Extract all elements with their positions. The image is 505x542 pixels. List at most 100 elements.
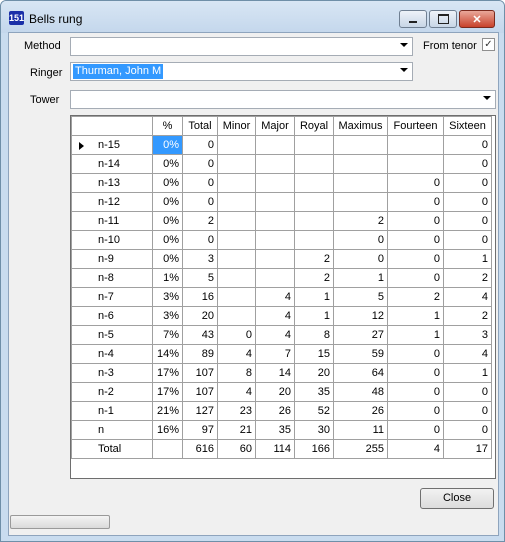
table-cell[interactable] [333, 135, 388, 155]
column-header[interactable]: Maximus [333, 116, 388, 136]
ringer-combobox[interactable]: Thurman, John M [70, 62, 413, 81]
table-cell[interactable]: 14% [152, 344, 183, 364]
table-cell[interactable]: 16 [182, 287, 218, 307]
table-cell[interactable]: 0 [443, 230, 492, 250]
table-row[interactable]: n-5 7% 43 0 4 8 27 1 3 [71, 325, 492, 345]
table-cell[interactable]: 127 [182, 401, 218, 421]
table-cell[interactable]: 0 [387, 192, 444, 212]
table-row[interactable]: n-2 17% 107 4 20 35 48 0 0 [71, 382, 492, 402]
table-cell[interactable]: 21% [152, 401, 183, 421]
table-cell[interactable]: 1 [443, 363, 492, 383]
table-cell[interactable]: 255 [333, 439, 388, 459]
row-header[interactable]: n-3 [71, 363, 153, 383]
table-cell[interactable]: 0 [443, 211, 492, 231]
table-cell[interactable]: 616 [182, 439, 218, 459]
table-cell[interactable]: 2 [294, 268, 334, 288]
table-row[interactable]: n-11 0% 2 2 0 0 [71, 211, 492, 231]
table-cell[interactable] [294, 211, 334, 231]
table-cell[interactable]: 89 [182, 344, 218, 364]
table-cell[interactable]: 0 [387, 363, 444, 383]
table-cell[interactable]: 17% [152, 363, 183, 383]
table-cell[interactable]: 21 [217, 420, 256, 440]
minimize-button[interactable] [399, 10, 427, 28]
table-cell[interactable]: 1 [387, 325, 444, 345]
table-cell[interactable]: 17% [152, 382, 183, 402]
row-header[interactable]: n-9 [71, 249, 153, 269]
table-cell[interactable]: 17 [443, 439, 492, 459]
table-cell[interactable]: 97 [182, 420, 218, 440]
table-cell[interactable] [152, 439, 183, 459]
table-cell[interactable]: 0 [387, 382, 444, 402]
table-cell[interactable]: 20 [182, 306, 218, 326]
table-cell[interactable]: 0% [152, 192, 183, 212]
table-cell[interactable]: 4 [443, 344, 492, 364]
table-cell[interactable]: 0 [182, 230, 218, 250]
column-header[interactable]: Major [255, 116, 295, 136]
table-cell[interactable]: 11 [333, 420, 388, 440]
table-cell[interactable]: 26 [333, 401, 388, 421]
table-cell[interactable]: 5 [333, 287, 388, 307]
table-cell[interactable]: 4 [443, 287, 492, 307]
table-cell[interactable]: 0 [443, 420, 492, 440]
table-cell[interactable]: 0 [387, 249, 444, 269]
table-cell[interactable]: 0 [443, 401, 492, 421]
table-cell[interactable]: 35 [255, 420, 295, 440]
table-cell[interactable]: 0 [443, 382, 492, 402]
table-cell[interactable] [217, 211, 256, 231]
table-cell[interactable]: 1 [443, 249, 492, 269]
table-cell[interactable]: 27 [333, 325, 388, 345]
table-row[interactable]: n-3 17% 107 8 14 20 64 0 1 [71, 363, 492, 383]
column-header[interactable]: Fourteen [387, 116, 444, 136]
table-cell[interactable]: 12 [333, 306, 388, 326]
table-row[interactable]: n 16% 97 21 35 30 11 0 0 [71, 420, 492, 440]
table-cell[interactable]: 4 [255, 325, 295, 345]
row-header[interactable]: n-6 [71, 306, 153, 326]
table-cell[interactable]: 4 [387, 439, 444, 459]
table-cell[interactable] [294, 192, 334, 212]
table-row[interactable]: n-14 0% 0 0 [71, 154, 492, 174]
table-cell[interactable]: 52 [294, 401, 334, 421]
table-cell[interactable]: 107 [182, 363, 218, 383]
table-cell[interactable]: 0 [443, 192, 492, 212]
table-cell[interactable] [387, 135, 444, 155]
row-header[interactable]: n-11 [71, 211, 153, 231]
table-cell[interactable]: 114 [255, 439, 295, 459]
table-cell[interactable]: 2 [182, 211, 218, 231]
table-cell[interactable]: 5 [182, 268, 218, 288]
table-cell[interactable]: 2 [443, 268, 492, 288]
table-cell[interactable] [255, 230, 295, 250]
from-tenor-checkbox[interactable]: ✓ [482, 38, 495, 51]
table-cell[interactable]: 0 [387, 268, 444, 288]
column-header[interactable]: % [152, 116, 183, 136]
table-cell[interactable]: 0 [182, 154, 218, 174]
table-cell[interactable]: 0% [152, 173, 183, 193]
table-cell[interactable]: 16% [152, 420, 183, 440]
table-cell[interactable]: 0% [152, 249, 183, 269]
table-cell[interactable]: 0% [152, 211, 183, 231]
table-cell[interactable] [294, 135, 334, 155]
table-cell[interactable]: 0 [387, 401, 444, 421]
table-cell[interactable]: 59 [333, 344, 388, 364]
table-row[interactable]: n-1 21% 127 23 26 52 26 0 0 [71, 401, 492, 421]
table-row[interactable]: n-6 3% 20 4 1 12 1 2 [71, 306, 492, 326]
table-cell[interactable] [217, 249, 256, 269]
row-header[interactable]: n-4 [71, 344, 153, 364]
table-cell[interactable] [294, 173, 334, 193]
column-header[interactable]: Minor [217, 116, 256, 136]
row-header[interactable]: n-8 [71, 268, 153, 288]
row-header[interactable]: n-13 [71, 173, 153, 193]
title-bar[interactable]: 151 Bells rung ✕ [1, 1, 504, 33]
row-header-corner[interactable] [71, 116, 153, 136]
table-cell[interactable] [255, 249, 295, 269]
table-cell[interactable]: 3 [443, 325, 492, 345]
table-cell[interactable]: 1 [294, 287, 334, 307]
table-cell[interactable]: 2 [294, 249, 334, 269]
table-cell[interactable]: 0 [387, 230, 444, 250]
table-cell[interactable]: 0% [152, 154, 183, 174]
table-cell[interactable]: 2 [333, 211, 388, 231]
table-cell[interactable] [333, 192, 388, 212]
table-cell[interactable]: 4 [255, 287, 295, 307]
table-cell[interactable] [255, 135, 295, 155]
table-cell[interactable]: 2 [443, 306, 492, 326]
table-cell[interactable]: 26 [255, 401, 295, 421]
